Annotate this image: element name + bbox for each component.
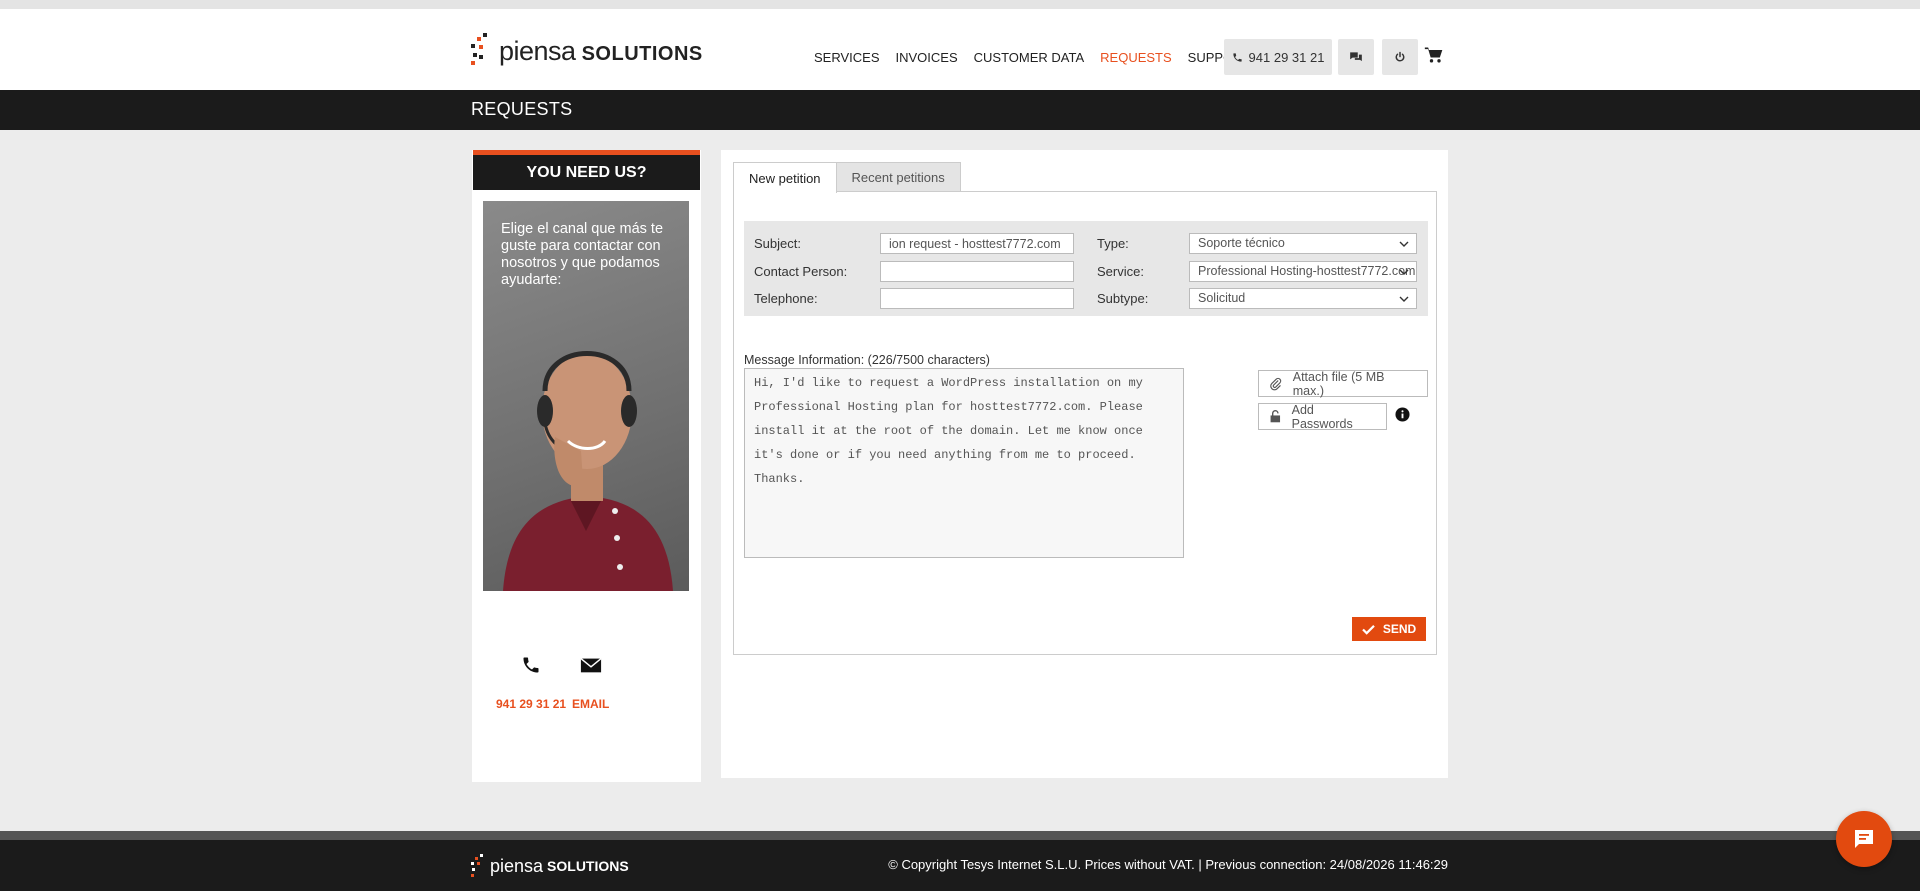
footer-logo[interactable]: piensa SOLUTIONS [471, 854, 629, 878]
logo-text-light: piensa [499, 35, 576, 66]
add-passwords-label: Add Passwords [1291, 402, 1353, 431]
header: piensa SOLUTIONS SERVICES INVOICES CUSTOM… [0, 9, 1920, 90]
footer: piensa SOLUTIONS © Copyright Tesys Inter… [0, 840, 1920, 891]
page-title: REQUESTS [471, 99, 573, 119]
footer-line [0, 831, 1920, 840]
requests-main: New petition Recent petitions Subject: C… [721, 150, 1448, 778]
paperclip-icon [1270, 377, 1282, 390]
logo[interactable]: piensa SOLUTIONS [471, 31, 703, 71]
top-strip [0, 0, 1920, 9]
subject-label: Subject: [754, 236, 801, 251]
phone-button[interactable]: 941 29 31 21 [1224, 39, 1332, 75]
chevron-down-icon [1399, 241, 1409, 247]
unlock-icon [1270, 410, 1281, 423]
petition-form: Subject: Contact Person: Telephone: Type… [744, 221, 1428, 316]
contact-sidebar: YOU NEED US? Elige el canal que más te g… [472, 150, 701, 782]
phone-icon [523, 657, 539, 673]
info-icon[interactable] [1395, 407, 1410, 422]
attach-file-button[interactable]: Attach file (5 MB max.) [1258, 369, 1428, 398]
chat-button[interactable] [1338, 39, 1374, 75]
contact-person-input[interactable] [880, 261, 1074, 282]
subtype-select[interactable]: Solicitud [1189, 288, 1417, 309]
subtype-select-value: Solicitud [1198, 291, 1246, 305]
tab-bar: New petition Recent petitions [733, 162, 961, 193]
nav-requests[interactable]: REQUESTS [1100, 50, 1172, 65]
send-label: SEND [1382, 622, 1417, 636]
service-select-value: Professional Hosting-hosttest7772.com [1198, 264, 1416, 278]
power-icon [1395, 51, 1405, 62]
footer-logo-mark-icon [471, 854, 487, 878]
live-chat-button[interactable] [1836, 811, 1892, 867]
telephone-input[interactable] [880, 288, 1074, 309]
main-nav: SERVICES INVOICES CUSTOMER DATA REQUESTS… [814, 50, 1250, 65]
envelope-icon [580, 658, 602, 673]
contact-phone[interactable]: 941 29 31 21 [496, 655, 566, 711]
phone-icon [1232, 52, 1242, 62]
promo-banner: Elige el canal que más te guste para con… [483, 201, 689, 591]
chat-bubble-icon [1855, 830, 1873, 848]
promo-text: Elige el canal que más te guste para con… [501, 221, 664, 288]
sidebar-heading: YOU NEED US? [473, 150, 700, 190]
subject-input[interactable] [880, 233, 1074, 254]
title-bar: REQUESTS [0, 90, 1920, 130]
message-textarea[interactable]: Hi, I'd like to request a WordPress inst… [744, 368, 1184, 558]
nav-customer-data[interactable]: CUSTOMER DATA [974, 50, 1085, 65]
attach-file-label: Attach file (5 MB max.) [1292, 369, 1385, 398]
contact-email-label: EMAIL [572, 697, 610, 711]
logout-button[interactable] [1382, 39, 1418, 75]
chevron-down-icon [1399, 296, 1409, 302]
tab-new-petition[interactable]: New petition [733, 162, 837, 193]
type-select-value: Soporte técnico [1198, 236, 1285, 250]
subtype-label: Subtype: [1097, 291, 1149, 306]
checkmark-icon [1362, 624, 1375, 635]
contact-phone-label: 941 29 31 21 [496, 697, 567, 711]
service-label: Service: [1097, 264, 1144, 279]
footer-logo-bold: SOLUTIONS [547, 858, 629, 874]
message-label: Message Information: (226/7500 character… [744, 353, 990, 367]
type-label: Type: [1097, 236, 1129, 251]
type-select[interactable]: Soporte técnico [1189, 233, 1417, 254]
footer-logo-light: piensa [490, 855, 544, 876]
phone-number: 941 29 31 21 [1248, 49, 1325, 65]
chat-icon [1350, 52, 1362, 62]
telephone-label: Telephone: [754, 291, 818, 306]
nav-invoices[interactable]: INVOICES [896, 50, 958, 65]
contact-email[interactable]: EMAIL [572, 655, 609, 711]
new-petition-panel: Subject: Contact Person: Telephone: Type… [733, 191, 1437, 655]
nav-services[interactable]: SERVICES [814, 50, 880, 65]
logo-mark-icon [471, 33, 495, 69]
add-passwords-button[interactable]: Add Passwords [1258, 402, 1387, 431]
tab-recent-petitions[interactable]: Recent petitions [835, 162, 961, 192]
contact-person-label: Contact Person: [754, 264, 848, 279]
cart-icon[interactable] [1424, 45, 1444, 65]
footer-copyright: © Copyright Tesys Internet S.L.U. Prices… [888, 857, 1448, 872]
send-button[interactable]: SEND [1352, 617, 1426, 641]
service-select[interactable]: Professional Hosting-hosttest7772.com [1189, 261, 1417, 282]
logo-text-bold: SOLUTIONS [581, 42, 703, 65]
chevron-down-icon [1399, 269, 1409, 275]
